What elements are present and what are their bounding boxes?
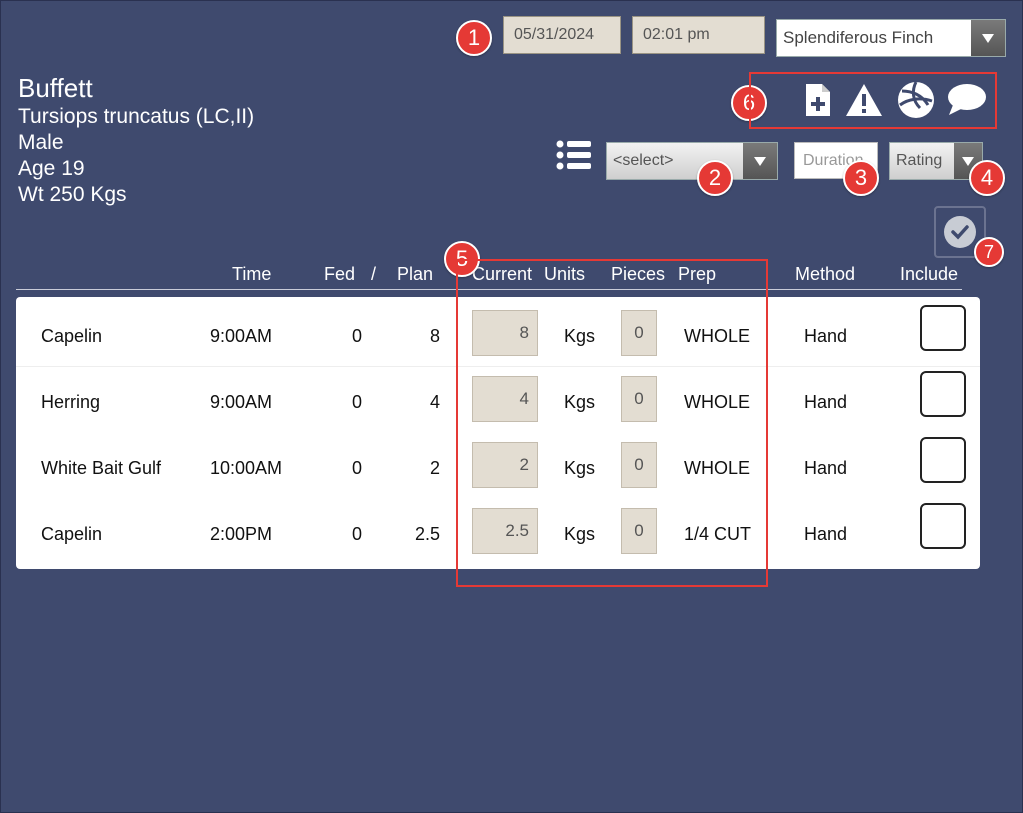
include-checkbox[interactable] [920, 305, 966, 351]
warning-icon[interactable] [845, 82, 883, 118]
include-checkbox[interactable] [920, 371, 966, 417]
animal-sex: Male [18, 131, 64, 154]
rating-select-value: Rating [896, 152, 943, 169]
plan-amount: 2 [429, 458, 440, 478]
fed-amount: 0 [352, 392, 363, 412]
method: Hand [804, 524, 848, 544]
plan-amount: 4 [429, 392, 440, 412]
callout-badge-7: 7 [974, 237, 1004, 267]
current-columns-highlight [456, 259, 768, 587]
list-select[interactable]: <select> [606, 142, 778, 180]
include-checkbox[interactable] [920, 437, 966, 483]
food-name: Capelin [41, 326, 103, 346]
col-header-plan: Plan [397, 264, 434, 284]
feed-time: 10:00AM [210, 458, 283, 478]
animal-weight: Wt 250 Kgs [18, 183, 127, 206]
list-icon[interactable] [556, 138, 592, 172]
fed-amount: 0 [352, 326, 363, 346]
method: Hand [804, 458, 848, 478]
plan-amount: 2.5 [414, 524, 440, 544]
fed-amount: 0 [352, 458, 363, 478]
col-header-method: Method [795, 264, 856, 284]
feed-time: 2:00PM [210, 524, 273, 544]
ball-icon[interactable] [896, 80, 936, 120]
new-document-icon[interactable] [803, 81, 833, 119]
method: Hand [804, 392, 848, 412]
food-name: Capelin [41, 524, 103, 544]
time-field[interactable]: 02:01 pm [632, 16, 765, 54]
feed-time: 9:00AM [210, 326, 273, 346]
callout-badge-4: 4 [969, 160, 1005, 196]
user-select[interactable]: Splendiferous Finch [776, 19, 1006, 57]
plan-amount: 8 [429, 326, 440, 346]
animal-age: Age 19 [18, 157, 85, 180]
col-header-include: Include [900, 264, 959, 284]
col-header-fed: Fed [324, 264, 356, 284]
callout-badge-1: 1 [456, 20, 492, 56]
date-field[interactable]: 05/31/2024 [503, 16, 621, 54]
list-select-value: <select> [613, 152, 674, 169]
callout-badge-3: 3 [843, 160, 879, 196]
method: Hand [804, 326, 848, 346]
animal-species: Tursiops truncatus (LC,II) [18, 105, 255, 128]
checkmark-icon [944, 216, 976, 248]
callout-badge-2: 2 [697, 160, 733, 196]
col-header-time: Time [232, 264, 272, 284]
food-name: Herring [41, 392, 101, 412]
user-select-value: Splendiferous Finch [783, 28, 934, 47]
animal-name: Buffett [18, 73, 93, 103]
comment-icon[interactable] [946, 82, 988, 118]
animal-info: Buffett Tursiops truncatus (LC,II) Male … [18, 72, 254, 208]
col-header-sep: / [371, 264, 377, 284]
fed-amount: 0 [352, 524, 363, 544]
include-checkbox[interactable] [920, 503, 966, 549]
feed-time: 9:00AM [210, 392, 273, 412]
chevron-down-icon [743, 143, 777, 179]
chevron-down-icon [971, 20, 1005, 56]
food-name: White Bait Gulf [41, 458, 162, 478]
